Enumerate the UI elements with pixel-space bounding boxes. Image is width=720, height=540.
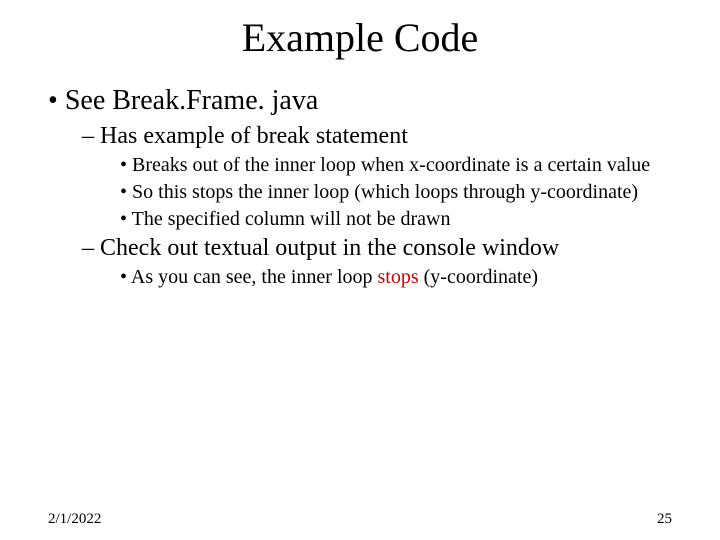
l1-item: See Break.Frame. java Has example of bre…: [48, 85, 672, 289]
bullet-list-level3: As you can see, the inner loop stops (y-…: [82, 266, 672, 289]
bullet-list-level3: Breaks out of the inner loop when x-coor…: [82, 154, 672, 231]
footer: 2/1/2022 25: [48, 511, 672, 528]
bullet-list-level2: Has example of break statement Breaks ou…: [48, 123, 672, 289]
slide: Example Code See Break.Frame. java Has e…: [0, 14, 720, 540]
bullet-list-level1: See Break.Frame. java Has example of bre…: [48, 85, 672, 289]
l3-text-b: (y-coordinate): [419, 266, 538, 288]
l3-item: As you can see, the inner loop stops (y-…: [120, 266, 672, 289]
l3-text-a: As you can see, the inner loop: [131, 266, 378, 288]
footer-page: 25: [657, 511, 672, 528]
l3-item: The specified column will not be drawn: [120, 208, 672, 231]
l2-item: Has example of break statement Breaks ou…: [82, 123, 672, 231]
slide-title: Example Code: [48, 14, 672, 61]
l2-text: Check out textual output in the console …: [100, 235, 559, 261]
l2-text: Has example of break statement: [100, 123, 408, 149]
l3-text-red: stops: [378, 266, 419, 288]
l3-item: Breaks out of the inner loop when x-coor…: [120, 154, 672, 177]
l3-item: So this stops the inner loop (which loop…: [120, 181, 672, 204]
l1-text: See Break.Frame. java: [65, 85, 318, 116]
l2-item: Check out textual output in the console …: [82, 235, 672, 289]
footer-date: 2/1/2022: [48, 511, 101, 528]
